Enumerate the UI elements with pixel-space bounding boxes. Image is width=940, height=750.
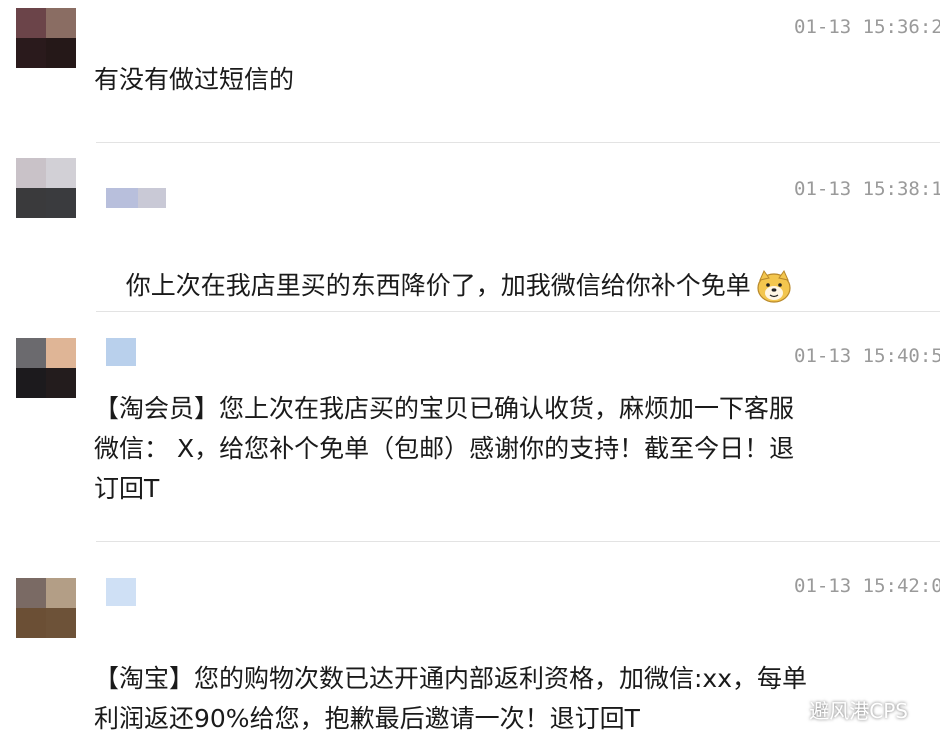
avatar-cell [16, 8, 46, 38]
watermark: 避风港CPS [775, 695, 908, 724]
sender-nickname [106, 188, 166, 208]
nickname-blur [106, 338, 136, 366]
message-timestamp: 01-13 15:42:02 [794, 575, 940, 597]
avatar-cell [16, 188, 46, 218]
message-timestamp: 01-13 15:38:16 [794, 178, 940, 200]
message-text: 【淘会员】您上次在我店买的宝贝已确认收货，麻烦加一下客服 微信： X，给您补个免… [94, 394, 795, 503]
wechat-icon [775, 698, 804, 720]
message-timestamp: 01-13 15:40:53 [794, 345, 940, 367]
avatar-cell [46, 158, 76, 188]
nickname-blur [106, 188, 138, 208]
avatar-cell [46, 578, 76, 608]
avatar-cell [16, 578, 46, 608]
divider [96, 311, 940, 312]
nickname-blur [138, 188, 166, 208]
message-text-content: 你上次在我店里买的东西降价了，加我微信给你补个免单 [125, 271, 751, 300]
avatar-cell [46, 608, 76, 638]
sender-nickname [106, 578, 136, 606]
sender-nickname [106, 338, 136, 366]
sender-nickname [106, 32, 196, 52]
doge-emoji-icon [757, 270, 791, 303]
message-timestamp: 01-13 15:36:25 [794, 16, 940, 38]
nickname-blur [106, 578, 136, 606]
avatar-cell [46, 188, 76, 218]
avatar-cell [16, 38, 46, 68]
message-text: 你上次在我店里买的东西降价了，加我微信给你补个免单 [94, 226, 894, 346]
avatar[interactable] [16, 338, 76, 398]
avatar[interactable] [16, 158, 76, 218]
nickname-blur [106, 32, 196, 52]
divider [96, 142, 940, 143]
avatar-cell [46, 338, 76, 368]
message-text: 有没有做过短信的 [94, 65, 295, 94]
avatar-cell [46, 38, 76, 68]
avatar[interactable] [16, 578, 76, 638]
avatar-cell [16, 338, 46, 368]
message-text: 【淘宝】您的购物次数已达开通内部返利资格，加微信:xx，每单 利润返还90%给您… [94, 664, 808, 733]
divider [96, 541, 940, 542]
avatar-cell [16, 368, 46, 398]
avatar-cell [46, 368, 76, 398]
avatar[interactable] [16, 8, 76, 68]
avatar-cell [46, 8, 76, 38]
watermark-label: 避风港CPS [809, 699, 908, 723]
avatar-cell [16, 608, 46, 638]
avatar-cell [16, 158, 46, 188]
